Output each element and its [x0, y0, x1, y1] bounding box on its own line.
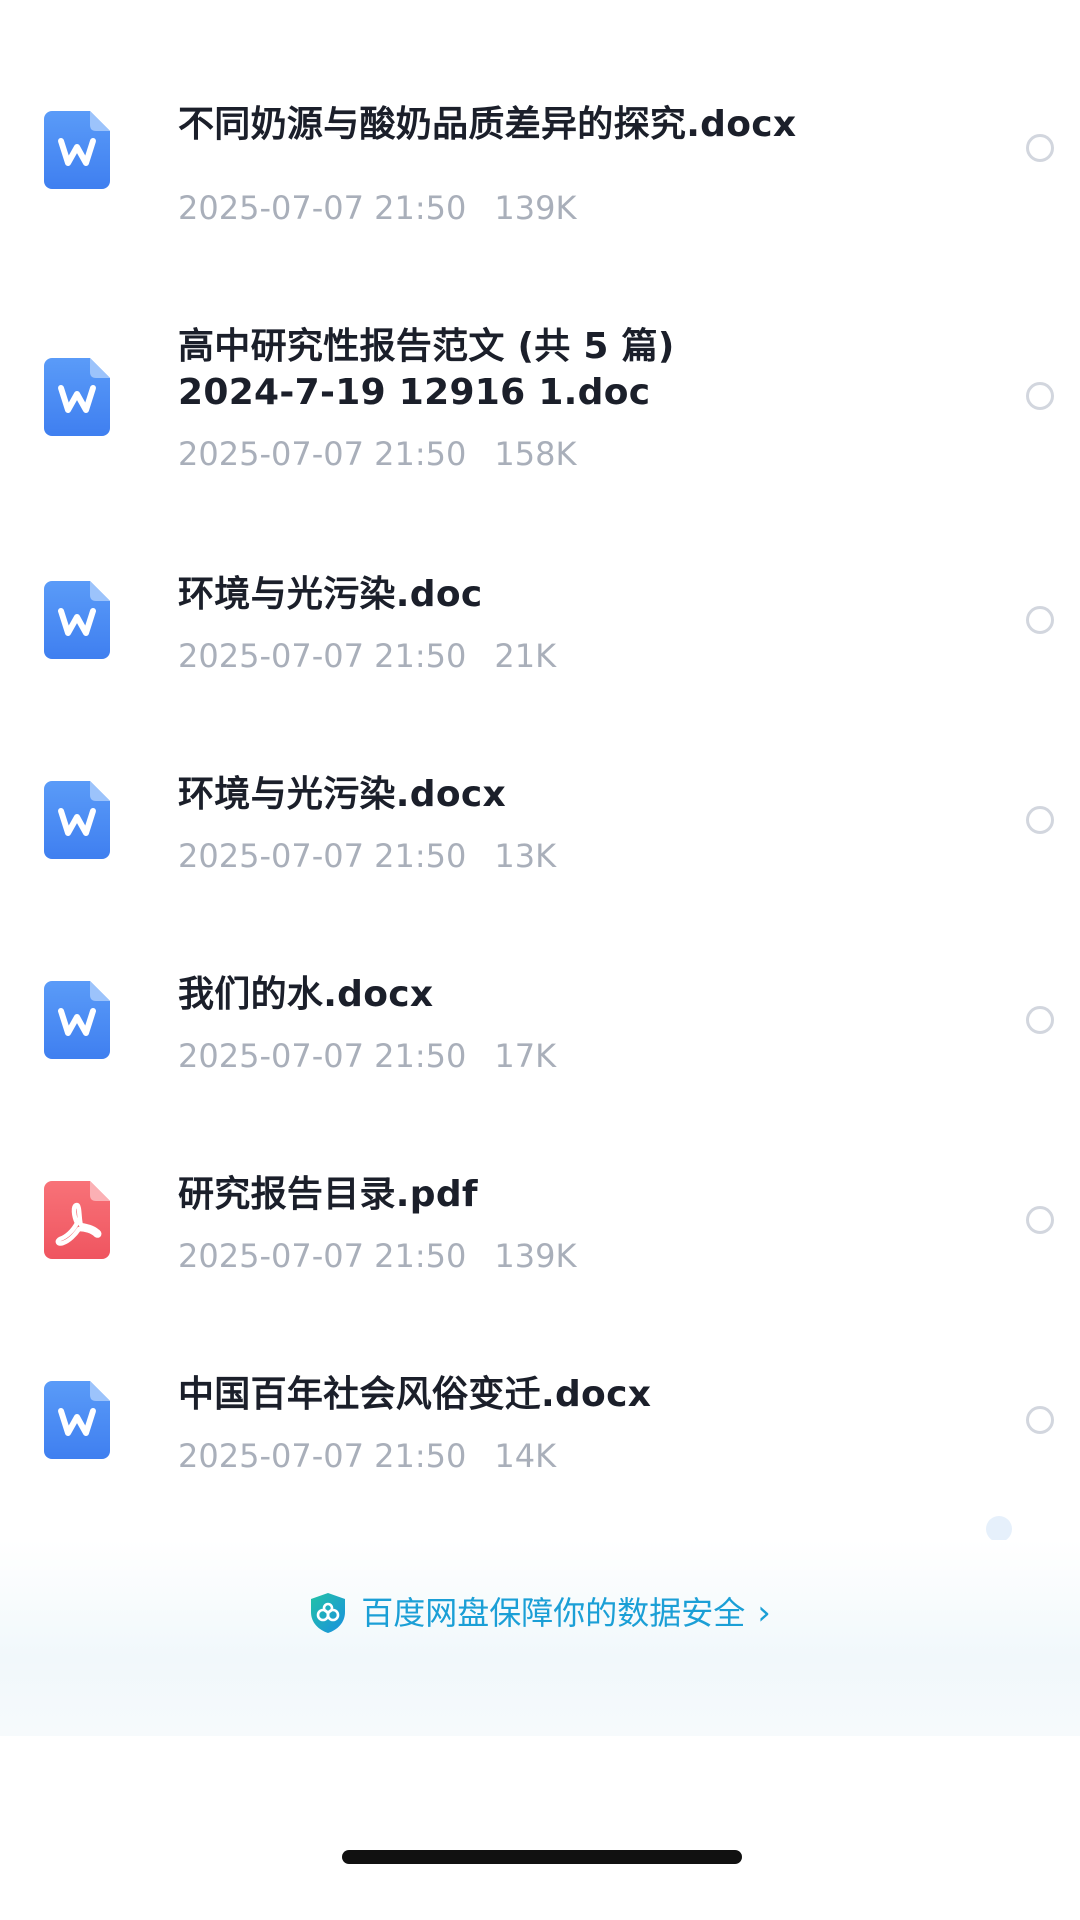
file-meta: 2025-07-07 21:50 139K [178, 188, 576, 228]
file-list: 不同奶源与酸奶品质差异的探究.docx 2025-07-07 21:50 139K… [0, 0, 1080, 1560]
file-name: 高中研究性报告范文 (共 5 篇) 2024-7-19 12916 1.doc [178, 326, 675, 413]
word-file-icon [44, 981, 110, 1059]
select-radio[interactable] [1026, 806, 1054, 834]
word-file-icon [44, 781, 110, 859]
security-text: 百度网盘保障你的数据安全 [361, 1594, 746, 1632]
file-name: 研究报告目录.pdf [178, 1174, 478, 1215]
word-file-icon [44, 1381, 110, 1459]
chevron-right-icon: › [757, 1593, 771, 1633]
file-size: 13K [494, 837, 557, 875]
file-size: 158K [494, 435, 577, 473]
select-radio[interactable] [1026, 134, 1054, 162]
file-meta: 2025-07-07 21:50 158K [178, 434, 576, 474]
file-size: 17K [494, 1037, 557, 1075]
file-row[interactable]: 高中研究性报告范文 (共 5 篇) 2024-7-19 12916 1.doc … [0, 300, 1080, 500]
file-date: 2025-07-07 21:50 [178, 1037, 467, 1075]
word-file-icon [44, 111, 110, 189]
file-row[interactable]: 环境与光污染.docx 2025-07-07 21:50 13K [0, 720, 1080, 920]
select-radio[interactable] [1026, 1206, 1054, 1234]
file-row[interactable]: 环境与光污染.doc 2025-07-07 21:50 21K [0, 520, 1080, 720]
file-meta: 2025-07-07 21:50 14K [178, 1436, 556, 1476]
scroll-indicator[interactable] [986, 1516, 1012, 1542]
file-size: 14K [494, 1437, 557, 1475]
home-indicator[interactable] [342, 1850, 742, 1864]
file-date: 2025-07-07 21:50 [178, 837, 467, 875]
file-meta: 2025-07-07 21:50 17K [178, 1036, 556, 1076]
file-date: 2025-07-07 21:50 [178, 435, 467, 473]
word-file-icon [44, 358, 110, 436]
select-radio[interactable] [1026, 382, 1054, 410]
select-radio[interactable] [1026, 1406, 1054, 1434]
word-file-icon [44, 581, 110, 659]
footer-band [0, 1540, 1080, 1736]
file-name: 中国百年社会风俗变迁.docx [178, 1374, 652, 1415]
pdf-file-icon [44, 1181, 110, 1259]
security-banner-link[interactable]: 百度网盘保障你的数据安全 › [0, 1588, 1080, 1638]
file-row[interactable]: 中国百年社会风俗变迁.docx 2025-07-07 21:50 14K [0, 1320, 1080, 1520]
select-radio[interactable] [1026, 606, 1054, 634]
file-size: 21K [494, 637, 557, 675]
select-radio[interactable] [1026, 1006, 1054, 1034]
file-row[interactable]: 不同奶源与酸奶品质差异的探究.docx 2025-07-07 21:50 139K [0, 50, 1080, 250]
shield-icon [311, 1593, 346, 1633]
file-name: 我们的水.docx [178, 974, 434, 1015]
file-date: 2025-07-07 21:50 [178, 189, 467, 227]
file-row[interactable]: 我们的水.docx 2025-07-07 21:50 17K [0, 920, 1080, 1120]
file-date: 2025-07-07 21:50 [178, 1437, 467, 1475]
file-size: 139K [494, 189, 577, 227]
file-date: 2025-07-07 21:50 [178, 1237, 467, 1275]
file-name: 环境与光污染.doc [178, 574, 483, 615]
file-size: 139K [494, 1237, 577, 1275]
file-date: 2025-07-07 21:50 [178, 637, 467, 675]
file-row[interactable]: 研究报告目录.pdf 2025-07-07 21:50 139K [0, 1120, 1080, 1320]
file-meta: 2025-07-07 21:50 139K [178, 1236, 576, 1276]
file-name: 环境与光污染.docx [178, 774, 507, 815]
file-name: 不同奶源与酸奶品质差异的探究.docx [178, 104, 797, 145]
file-meta: 2025-07-07 21:50 13K [178, 836, 556, 876]
file-meta: 2025-07-07 21:50 21K [178, 636, 556, 676]
